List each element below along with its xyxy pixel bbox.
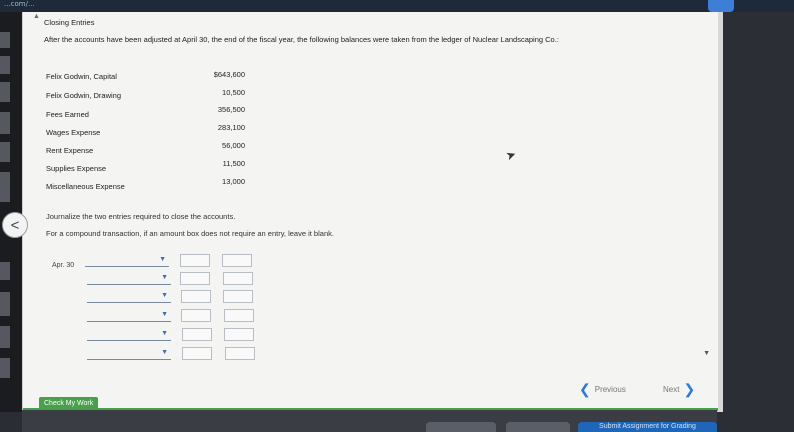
debit-input[interactable] <box>182 347 212 360</box>
next-button[interactable]: Next ❯ <box>663 381 695 398</box>
balance-amount: 11,500 <box>222 159 245 168</box>
balance-amount: 56,000 <box>222 141 245 150</box>
journal-row: ▼ <box>23 328 718 344</box>
debit-input[interactable] <box>181 309 211 322</box>
sidebar-block <box>0 292 10 316</box>
bottom-toolbar: Submit Assignment for Grading <box>22 410 717 432</box>
balance-amount: $643,600 <box>213 70 245 79</box>
account-dropdown[interactable]: ▼ <box>87 272 171 285</box>
balance-amount: 356,500 <box>217 105 245 114</box>
credit-input[interactable] <box>223 290 253 303</box>
sidebar-block <box>0 262 10 280</box>
account-dropdown[interactable]: ▼ <box>87 309 171 322</box>
browser-top-bar: ...com/... <box>0 0 794 12</box>
bottom-tab[interactable] <box>426 422 496 432</box>
previous-button[interactable]: ❮ Previous <box>579 381 626 398</box>
url-fragment: ...com/... <box>4 0 35 8</box>
debit-input[interactable] <box>181 290 211 303</box>
debit-input[interactable] <box>182 328 212 341</box>
journal-row: ▼ <box>23 290 718 306</box>
balance-account: Fees Earned <box>46 110 89 119</box>
problem-panel: ▲ ▼ Closing Entries After the accounts h… <box>22 12 718 411</box>
balance-amount: 283,100 <box>217 123 245 132</box>
account-dropdown[interactable]: ▼ <box>87 347 171 360</box>
chevron-down-icon: ▼ <box>161 330 168 337</box>
chevron-down-icon: ▼ <box>161 311 168 318</box>
journal-row: ▼ <box>23 309 718 325</box>
balance-account: Supplies Expense <box>46 164 107 173</box>
sidebar-block <box>0 56 10 74</box>
mouse-cursor-icon: ➤ <box>503 146 519 164</box>
credit-input[interactable] <box>224 309 254 322</box>
credit-input[interactable] <box>224 328 254 341</box>
chevron-down-icon: ▼ <box>161 292 168 299</box>
top-action-button[interactable] <box>708 0 734 12</box>
previous-label: Previous <box>594 385 626 394</box>
bottom-tab[interactable] <box>506 422 570 432</box>
chevron-down-icon: ▼ <box>161 274 168 281</box>
account-dropdown[interactable]: ▼ <box>85 254 169 267</box>
balance-account: Wages Expense <box>46 128 101 137</box>
instruction-hint: For a compound transaction, if an amount… <box>46 229 334 238</box>
scroll-up-icon[interactable]: ▲ <box>33 13 40 20</box>
chevron-left-icon: < <box>10 216 20 234</box>
journal-row: ▼ <box>23 272 718 288</box>
instruction-text: Journalize the two entries required to c… <box>46 212 236 221</box>
problem-intro: After the accounts have been adjusted at… <box>44 35 559 44</box>
balance-account: Rent Expense <box>46 146 94 155</box>
sidebar-block <box>0 82 10 102</box>
chevron-right-icon: ❯ <box>683 381 696 397</box>
credit-input[interactable] <box>225 347 255 360</box>
credit-input[interactable] <box>223 272 253 285</box>
balance-account: Miscellaneous Expense <box>46 182 125 191</box>
right-background <box>717 12 794 432</box>
back-arrow-button[interactable]: < <box>2 212 28 238</box>
chevron-down-icon: ▼ <box>159 256 166 263</box>
balance-amount: 13,000 <box>222 177 245 186</box>
journal-row: ▼ <box>23 254 718 270</box>
sidebar-block <box>0 358 10 378</box>
sidebar-block <box>0 142 10 162</box>
sidebar-block <box>0 112 10 134</box>
problem-title: Closing Entries <box>44 18 95 27</box>
debit-input[interactable] <box>180 272 210 285</box>
next-label: Next <box>663 385 680 394</box>
sidebar-block <box>0 326 10 348</box>
balance-account: Felix Godwin, Capital <box>46 72 117 81</box>
journal-row: ▼ <box>23 347 718 363</box>
submit-assignment-button[interactable]: Submit Assignment for Grading <box>578 422 717 432</box>
chevron-left-icon: ❮ <box>579 381 591 397</box>
debit-input[interactable] <box>180 254 210 267</box>
balance-amount: 10,500 <box>222 88 245 97</box>
chevron-down-icon: ▼ <box>161 349 168 356</box>
sidebar-block <box>0 32 10 48</box>
sidebar-block <box>0 172 10 202</box>
account-dropdown[interactable]: ▼ <box>87 290 171 303</box>
account-dropdown[interactable]: ▼ <box>87 328 171 341</box>
balance-account: Felix Godwin, Drawing <box>46 91 122 100</box>
credit-input[interactable] <box>222 254 252 267</box>
